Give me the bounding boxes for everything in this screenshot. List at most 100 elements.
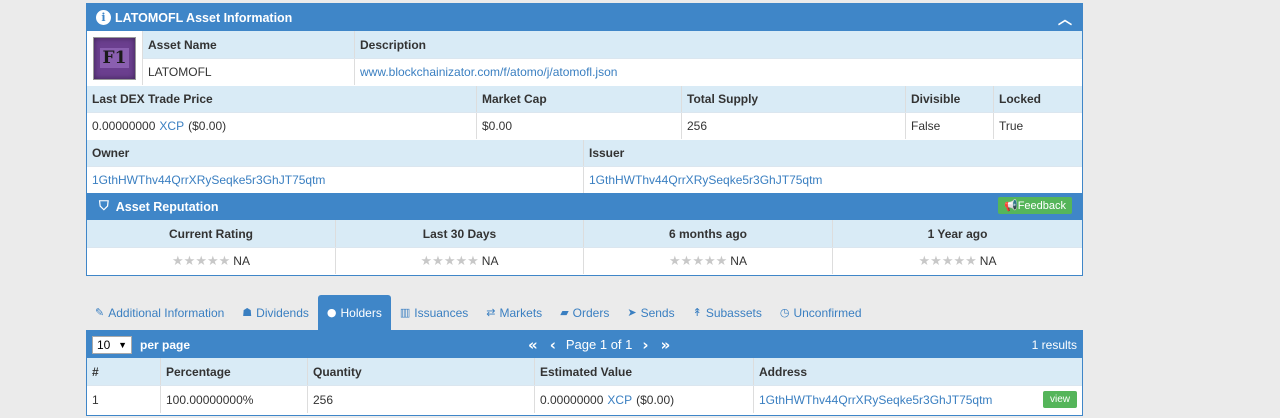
pagination-bar: 10 ▼ per page « ‹ Page 1 of 1 › » 1 resu… [87,331,1082,358]
collapse-chevron-icon[interactable]: ︿ [1058,9,1072,29]
xcp-link[interactable]: XCP [159,119,184,133]
asset-name-value: LATOMOFL [143,59,355,85]
value-amount: 0.00000000 [540,392,604,407]
row-quantity: 256 [308,386,535,413]
description-header: Description [360,37,427,52]
star-rating-icon: ★★★★★ [172,253,231,269]
tab-label: Subassets [705,305,762,320]
value-usd: ($0.00) [636,392,675,407]
tab-unconfirmed[interactable]: ◷ Unconfirmed [771,295,871,330]
current-rating-value: ★★★★★ NA [87,248,336,274]
star-rating-icon: ★★★★★ [669,253,728,269]
tab-orders[interactable]: ▰ Orders [551,295,618,330]
per-page-label: per page [140,337,191,352]
star-rating-icon: ★★★★★ [918,253,977,269]
feedback-button[interactable]: 📢Feedback [997,197,1072,214]
tab-additional-information[interactable]: ✎ Additional Information [86,295,233,330]
page-indicator: Page 1 of 1 [565,337,633,352]
issuer-address-link[interactable]: 1GthHWThv44QrrXRySeqke5r3GhJT75qtm [589,173,822,187]
description-link[interactable]: www.blockchainizator.com/f/atomo/j/atomo… [360,65,617,79]
row-num: 1 [87,386,161,413]
shield-icon: ⛉ [99,199,109,214]
tab-label: Issuances [414,305,469,320]
last-dex-price-value: 0.00000000 XCP ($0.00) [87,113,477,139]
view-button[interactable]: view [1042,391,1077,408]
results-count: 1 results [1031,338,1077,352]
megaphone-icon: 📢 [1003,199,1018,212]
owner-header: Owner [87,140,584,166]
last-dex-price-header: Last DEX Trade Price [87,86,477,112]
asset-icon-text: F1 [99,48,130,68]
holders-panel: 10 ▼ per page « ‹ Page 1 of 1 › » 1 resu… [86,330,1083,416]
bank-icon: ▥ [399,306,411,319]
asset-info-panel: i LATOMOFL Asset Information ︿ F1 Asset … [86,3,1083,276]
xcp-link[interactable]: XCP [607,393,632,407]
tab-subassets[interactable]: ↟ Subassets [684,295,771,330]
tab-holders[interactable]: ● Holders [317,295,391,330]
current-rating-header: Current Rating [87,220,336,247]
per-page-value: 10 [97,337,111,352]
tab-label: Holders [340,305,382,320]
reputation-header: ⛉ Asset Reputation 📢Feedback [87,193,1082,220]
tab-label: Additional Information [108,305,225,320]
asset-info-title: LATOMOFL Asset Information [115,10,293,25]
market-cap-header: Market Cap [477,86,682,112]
user-icon: ● [326,306,337,319]
locked-header: Locked [999,92,1042,106]
paperclip-icon: ✎ [95,306,105,319]
book-icon: ▰ [560,306,569,319]
col-address-header: Address [759,364,808,379]
total-supply-header: Total Supply [682,86,906,112]
tab-label: Sends [640,305,675,320]
one-year-header: 1 Year ago [927,226,988,241]
asset-info-header[interactable]: i LATOMOFL Asset Information ︿ [87,4,1082,31]
info-icon: i [96,10,111,25]
tab-dividends[interactable]: ☗ Dividends [233,295,318,330]
rating-text: NA [979,254,997,268]
rating-text: NA [730,254,747,268]
table-row: 1 100.00000000% 256 0.00000000 XCP ($0.0… [87,385,1082,413]
tab-issuances[interactable]: ▥ Issuances [391,295,477,330]
asset-icon: F1 [87,31,143,85]
tab-sends[interactable]: ➤ Sends [618,295,683,330]
first-page-icon[interactable]: « [528,336,538,354]
next-page-icon[interactable]: › [642,336,648,354]
col-quantity-header: Quantity [308,358,535,385]
feedback-label: Feedback [1017,200,1066,212]
pin-icon: ↟ [692,306,702,319]
owner-address-link[interactable]: 1GthHWThv44QrrXRySeqke5r3GhJT75qtm [92,173,325,187]
row-percentage: 100.00000000% [161,386,308,413]
prev-page-icon[interactable]: ‹ [550,336,556,354]
per-page-select[interactable]: 10 ▼ [92,335,132,354]
market-cap-value: $0.00 [477,113,682,139]
one-year-value: ★★★★★ NA [833,248,1082,274]
divisible-header: Divisible [906,86,994,112]
row-address: 1GthHWThv44QrrXRySeqke5r3GhJT75qtm view [754,386,1082,413]
row-estimated-value: 0.00000000 XCP ($0.00) [535,386,754,413]
total-supply-value: 256 [682,113,906,139]
tab-label: Dividends [256,305,309,320]
pager-controls: « ‹ Page 1 of 1 › » [522,331,676,358]
star-rating-icon: ★★★★★ [420,253,479,269]
col-percentage-header: Percentage [161,358,308,385]
caret-down-icon: ▼ [118,339,127,350]
issuer-header: Issuer [589,146,625,160]
clock-icon: ◷ [779,306,790,319]
rating-text: NA [233,254,250,268]
tab-label: Unconfirmed [793,305,862,320]
price-amount: 0.00000000 [92,119,156,133]
tab-markets[interactable]: ⇄ Markets [477,295,551,330]
six-months-value: ★★★★★ NA [584,248,833,274]
price-usd: ($0.00) [188,119,227,133]
paper-plane-icon: ➤ [627,306,637,319]
sitemap-icon: ☗ [242,306,253,319]
col-num-header: # [87,358,161,385]
reputation-title: Asset Reputation [115,199,219,214]
locked-value: True [999,119,1024,133]
holder-address-link[interactable]: 1GthHWThv44QrrXRySeqke5r3GhJT75qtm [759,393,992,407]
last-page-icon[interactable]: » [661,336,671,354]
rating-text: NA [481,254,499,268]
asset-name-header: Asset Name [143,31,355,58]
asset-tabs: ✎ Additional Information ☗ Dividends ● Hold… [86,295,871,330]
exchange-icon: ⇄ [486,306,496,319]
